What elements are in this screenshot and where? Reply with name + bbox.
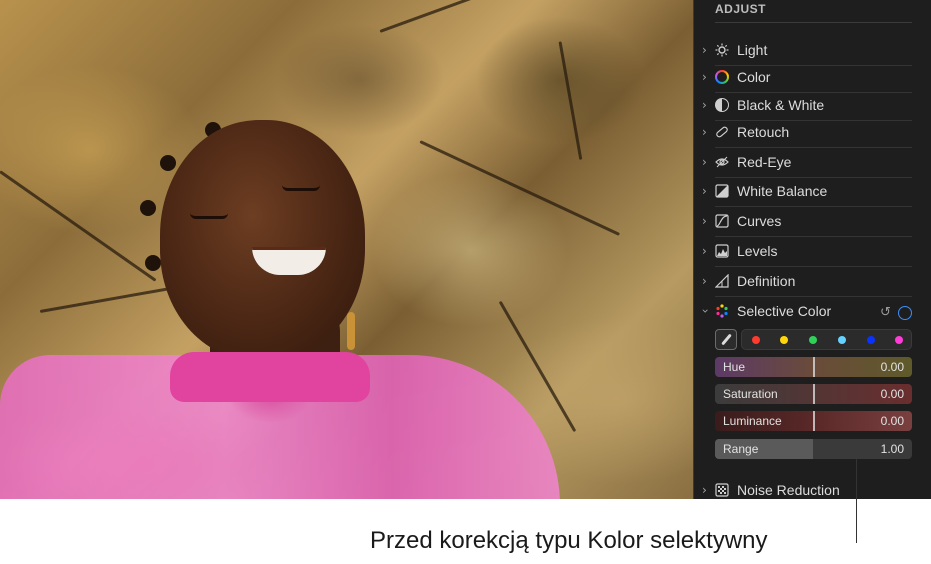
chevron-right-icon[interactable]: ›	[702, 244, 707, 258]
adjust-item-noise-reduction[interactable]: › Noise Reduction	[694, 477, 931, 499]
levels-icon	[715, 244, 729, 258]
adjust-item-black-white[interactable]: › Black & White	[694, 92, 931, 121]
rock-crack	[419, 140, 621, 236]
chevron-right-icon[interactable]: ›	[702, 98, 707, 112]
divider	[715, 266, 912, 267]
color-dots-icon	[716, 304, 728, 318]
chevron-right-icon[interactable]: ›	[702, 155, 707, 169]
triangle-icon	[715, 274, 729, 288]
panel-header: ADJUST	[715, 2, 767, 16]
adjust-item-label: Retouch	[737, 124, 790, 140]
eye-icon	[715, 156, 729, 168]
adjust-item-definition[interactable]: › Definition	[694, 268, 931, 297]
white-balance-icon	[715, 184, 729, 198]
slider-value: 0.00	[880, 414, 904, 428]
divider	[715, 296, 912, 297]
slider-label: Luminance	[723, 414, 782, 428]
curves-icon	[715, 214, 729, 228]
adjust-item-red-eye[interactable]: › Red-Eye	[694, 149, 931, 178]
slider-label: Range	[723, 442, 759, 456]
adjust-item-label: Black & White	[737, 97, 825, 113]
slider-handle[interactable]	[813, 411, 815, 431]
caption: Przed korekcją typu Kolor selektywny	[370, 527, 768, 554]
slider-handle[interactable]	[813, 357, 815, 377]
slider-handle[interactable]	[813, 384, 815, 404]
callout-line	[856, 459, 857, 543]
adjust-item-label: Selective Color	[737, 303, 832, 319]
range-slider[interactable]: Range 1.00	[715, 439, 912, 459]
slider-value: 0.00	[880, 360, 904, 374]
hair-knot	[140, 200, 156, 216]
swatch-blue[interactable]	[867, 336, 875, 344]
rock-crack	[0, 170, 157, 282]
hue-slider[interactable]: Hue 0.00	[715, 357, 912, 377]
slider-label: Hue	[723, 360, 746, 374]
luminance-slider[interactable]: Luminance 0.00	[715, 411, 912, 431]
chevron-right-icon[interactable]: ›	[702, 483, 707, 497]
adjust-item-label: Light	[737, 42, 768, 58]
swatch-red[interactable]	[752, 336, 760, 344]
rock-crack	[558, 41, 583, 160]
adjust-item-levels[interactable]: › Levels	[694, 238, 931, 267]
closed-eye	[190, 213, 228, 219]
color-wheel-icon	[715, 70, 729, 84]
adjust-item-label: Definition	[737, 273, 796, 289]
chevron-right-icon[interactable]: ›	[702, 214, 707, 228]
noise-icon	[715, 483, 729, 497]
adjust-item-label: Curves	[737, 213, 782, 229]
adjust-item-curves[interactable]: › Curves	[694, 208, 931, 237]
chevron-right-icon[interactable]: ›	[702, 70, 707, 84]
eyedropper-button[interactable]	[715, 329, 737, 350]
chevron-down-icon[interactable]: ›	[698, 309, 712, 314]
chevron-right-icon[interactable]: ›	[702, 43, 707, 57]
swatch-yellow[interactable]	[780, 336, 788, 344]
adjust-item-white-balance[interactable]: › White Balance	[694, 178, 931, 207]
reset-icon[interactable]: ↺	[880, 305, 891, 320]
adjust-item-retouch[interactable]: › Retouch	[694, 119, 931, 148]
slider-value: 0.00	[880, 387, 904, 401]
adjust-item-light[interactable]: › Light	[694, 37, 931, 66]
bandage-icon	[716, 126, 728, 138]
chevron-right-icon[interactable]: ›	[702, 274, 707, 288]
saturation-slider[interactable]: Saturation 0.00	[715, 384, 912, 404]
color-swatch-bar	[741, 329, 912, 350]
swatch-magenta[interactable]	[895, 336, 903, 344]
adjust-item-label: White Balance	[737, 183, 828, 199]
slider-value: 1.00	[880, 442, 904, 456]
shirt-collar	[170, 352, 370, 402]
face	[160, 120, 365, 360]
adjust-item-selective-color[interactable]: › Selective Color	[694, 298, 931, 327]
half-circle-icon	[715, 98, 729, 112]
chevron-right-icon[interactable]: ›	[702, 125, 707, 139]
rock-crack	[379, 0, 541, 33]
divider	[715, 22, 912, 23]
toggle-icon[interactable]	[898, 306, 912, 320]
adjust-item-color[interactable]: › Color	[694, 64, 931, 93]
hair-knot	[160, 155, 176, 171]
adjust-item-label: Levels	[737, 243, 778, 259]
sun-icon	[715, 43, 729, 57]
swatch-cyan[interactable]	[838, 336, 846, 344]
adjust-item-label: Color	[737, 69, 771, 85]
adjust-item-label: Noise Reduction	[737, 482, 840, 498]
hair-knot	[145, 255, 161, 271]
swatch-green[interactable]	[809, 336, 817, 344]
divider	[715, 206, 912, 207]
photo-preview	[0, 0, 693, 499]
slider-label: Saturation	[723, 387, 778, 401]
adjust-item-label: Red-Eye	[737, 154, 792, 170]
earring	[347, 312, 355, 350]
divider	[715, 236, 912, 237]
closed-eye	[282, 185, 320, 191]
adjust-panel: ADJUST › Light › Color › Black & White ›…	[693, 0, 931, 499]
divider	[715, 147, 912, 148]
chevron-right-icon[interactable]: ›	[702, 184, 707, 198]
